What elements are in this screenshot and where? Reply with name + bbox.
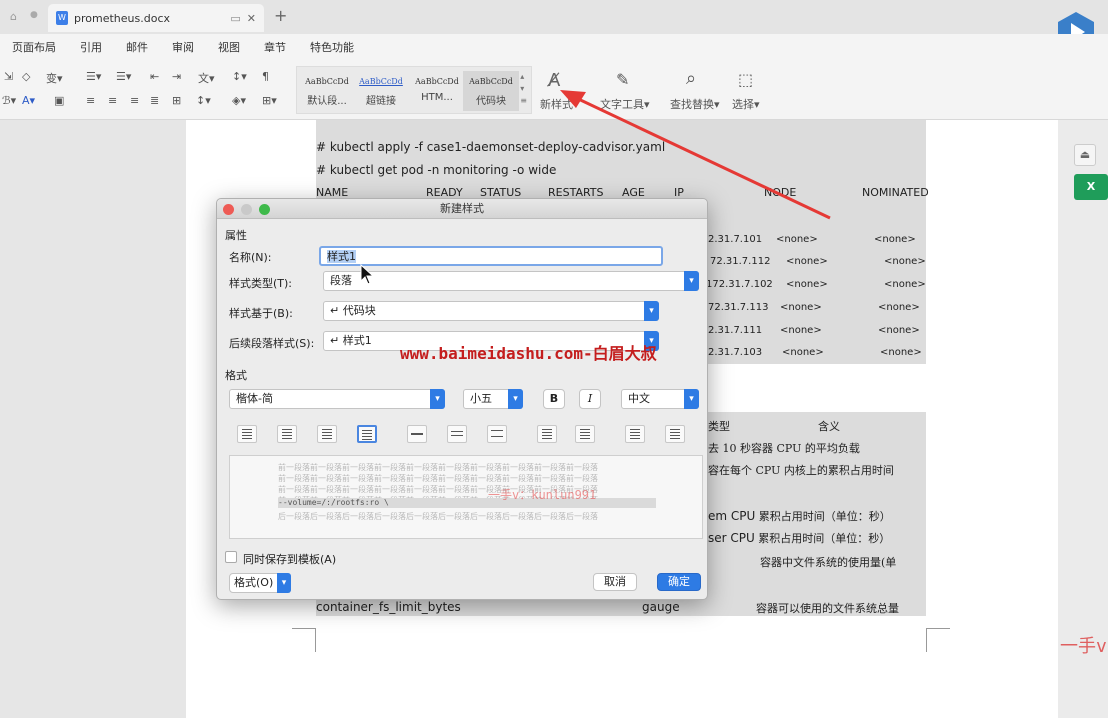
align-right-icon[interactable] xyxy=(317,425,337,443)
one-half-spacing-icon[interactable] xyxy=(447,425,467,443)
chevron-down-icon: ▾ xyxy=(684,389,699,409)
preview-before: 前一段落前一段落前一段落前一段落前一段落前一段落前一段落前一段落前一段落前一段落 xyxy=(278,463,598,472)
font-select[interactable]: 楷体-简 ▾ xyxy=(229,389,445,409)
chevron-down-icon: ▾ xyxy=(644,301,659,321)
style-name-value: 样式1 xyxy=(327,250,356,263)
cancel-button[interactable]: 取消 xyxy=(593,573,637,591)
name-label: 名称(N): xyxy=(229,251,272,264)
align-left-icon[interactable] xyxy=(237,425,257,443)
next-style-label: 后续段落样式(S): xyxy=(229,337,315,350)
dialog-titlebar: 新建样式 xyxy=(217,199,707,219)
chevron-down-icon: ▾ xyxy=(684,271,699,291)
decrease-indent-icon[interactable] xyxy=(625,425,645,443)
justify-icon[interactable] xyxy=(357,425,377,443)
save-template-checkbox[interactable] xyxy=(225,551,237,563)
save-template-label: 同时保存到模板(A) xyxy=(243,553,337,566)
minimize-window-icon[interactable] xyxy=(241,204,252,215)
site-watermark: www.baimeidashu.com-白眉大叔 xyxy=(400,344,657,363)
align-center-icon[interactable] xyxy=(277,425,297,443)
style-preview-box: 前一段落前一段落前一段落前一段落前一段落前一段落前一段落前一段落前一段落前一段落… xyxy=(229,455,703,539)
font-size-select[interactable]: 小五 ▾ xyxy=(463,389,523,409)
language-value: 中文 xyxy=(628,392,650,405)
double-spacing-icon[interactable] xyxy=(487,425,507,443)
dialog-title: 新建样式 xyxy=(440,202,484,215)
bold-button[interactable]: B xyxy=(543,389,565,409)
preview-sample: --volume=/:/rootfs:ro \ xyxy=(278,498,656,508)
ok-button[interactable]: 确定 xyxy=(657,573,701,591)
format-button-label: 格式(O) xyxy=(234,576,274,589)
section-format: 格式 xyxy=(225,369,247,382)
wechat-watermark: 一手v：kunlun991 xyxy=(488,488,597,502)
increase-para-spacing-icon[interactable] xyxy=(537,425,557,443)
based-on-select[interactable]: ↵ 代码块 ▾ xyxy=(323,301,659,321)
based-on-value: ↵ 代码块 xyxy=(330,304,376,317)
close-window-icon[interactable] xyxy=(223,204,234,215)
style-type-value: 段落 xyxy=(330,274,352,287)
zoom-window-icon[interactable] xyxy=(259,204,270,215)
style-type-select[interactable]: 段落 ▾ xyxy=(323,271,699,291)
new-style-dialog: 新建样式 属性 名称(N): 样式1 样式类型(T): 段落 ▾ 样式基于(B):… xyxy=(216,198,708,600)
decrease-para-spacing-icon[interactable] xyxy=(575,425,595,443)
chevron-down-icon: ▾ xyxy=(430,389,445,409)
preview-after: 后一段落后一段落后一段落后一段落后一段落后一段落后一段落后一段落后一段落后一段落 xyxy=(278,512,598,521)
style-name-input[interactable]: 样式1 xyxy=(319,246,663,266)
format-button[interactable]: 格式(O) ▾ xyxy=(229,573,291,593)
chevron-down-icon: ▾ xyxy=(508,389,523,409)
single-spacing-icon[interactable] xyxy=(407,425,427,443)
type-label: 样式类型(T): xyxy=(229,277,293,290)
font-value: 楷体-简 xyxy=(236,392,273,405)
next-style-value: ↵ 样式1 xyxy=(330,334,372,347)
chevron-down-icon: ▾ xyxy=(277,573,291,593)
edge-watermark: 一手v xyxy=(1060,636,1107,657)
language-select[interactable]: 中文 ▾ xyxy=(621,389,699,409)
font-size-value: 小五 xyxy=(470,392,492,405)
italic-button[interactable]: I xyxy=(579,389,601,409)
based-on-label: 样式基于(B): xyxy=(229,307,293,320)
section-properties: 属性 xyxy=(225,229,247,242)
preview-before: 前一段落前一段落前一段落前一段落前一段落前一段落前一段落前一段落前一段落前一段落 xyxy=(278,474,598,483)
increase-indent-icon[interactable] xyxy=(665,425,685,443)
mouse-cursor-icon xyxy=(360,264,375,285)
